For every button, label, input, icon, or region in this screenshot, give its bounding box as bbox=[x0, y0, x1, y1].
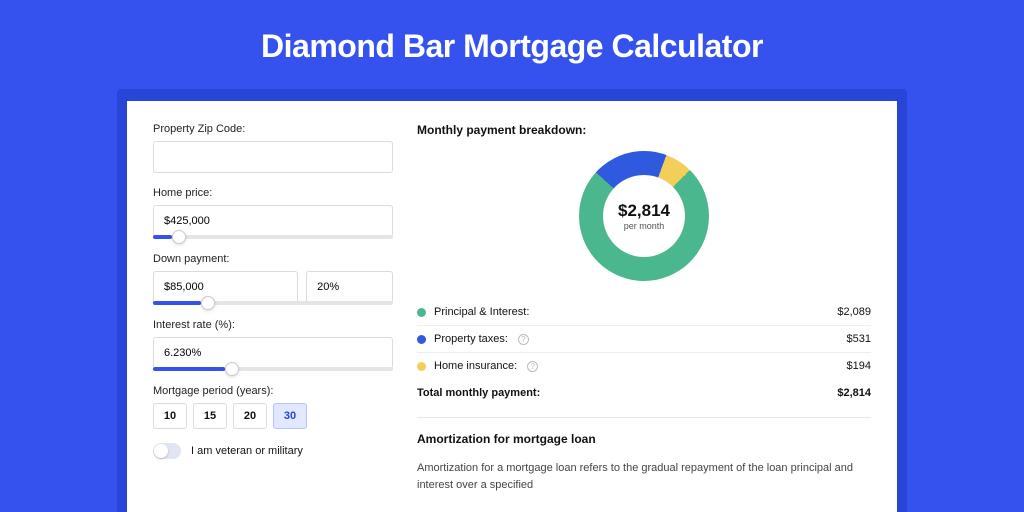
legend-label: Principal & Interest: bbox=[434, 306, 529, 318]
veteran-row: I am veteran or military bbox=[153, 443, 393, 459]
down-payment-slider[interactable] bbox=[153, 301, 393, 305]
donut-amount: $2,814 bbox=[618, 201, 670, 221]
legend-value: $194 bbox=[847, 360, 871, 372]
slider-thumb[interactable] bbox=[172, 230, 186, 244]
mortgage-period-field: Mortgage period (years): 10152030 bbox=[153, 385, 393, 429]
home-price-slider[interactable] bbox=[153, 235, 393, 239]
interest-rate-field: Interest rate (%): bbox=[153, 319, 393, 371]
toggle-knob bbox=[154, 444, 168, 458]
interest-rate-slider[interactable] bbox=[153, 367, 393, 371]
mortgage-period-label: Mortgage period (years): bbox=[153, 385, 393, 397]
down-payment-amount-input[interactable] bbox=[153, 271, 298, 303]
interest-rate-label: Interest rate (%): bbox=[153, 319, 393, 331]
legend-row: Property taxes:? $531 bbox=[417, 326, 871, 353]
page-title: Diamond Bar Mortgage Calculator bbox=[0, 0, 1024, 89]
legend-label: Property taxes: bbox=[434, 333, 508, 345]
zip-input[interactable] bbox=[153, 141, 393, 173]
veteran-label: I am veteran or military bbox=[191, 445, 303, 457]
amortization-body: Amortization for a mortgage loan refers … bbox=[417, 460, 871, 493]
total-value: $2,814 bbox=[837, 387, 871, 399]
donut-subtext: per month bbox=[624, 221, 665, 231]
legend-dot bbox=[417, 335, 426, 344]
slider-thumb[interactable] bbox=[225, 362, 239, 376]
zip-field: Property Zip Code: bbox=[153, 123, 393, 173]
legend-value: $531 bbox=[847, 333, 871, 345]
donut-center: $2,814 per month bbox=[603, 175, 685, 257]
info-icon[interactable]: ? bbox=[518, 334, 529, 345]
down-payment-label: Down payment: bbox=[153, 253, 393, 265]
breakdown-legend: Principal & Interest: $2,089 Property taxe… bbox=[417, 299, 871, 379]
legend-label: Home insurance: bbox=[434, 360, 517, 372]
breakdown-header: Monthly payment breakdown: bbox=[417, 123, 871, 137]
period-option-30[interactable]: 30 bbox=[273, 403, 307, 429]
down-payment-percent-input[interactable] bbox=[306, 271, 393, 303]
period-option-10[interactable]: 10 bbox=[153, 403, 187, 429]
down-payment-field: Down payment: bbox=[153, 253, 393, 305]
calculator-card: Property Zip Code: Home price: Down paym… bbox=[127, 101, 897, 512]
info-icon[interactable]: ? bbox=[527, 361, 538, 372]
home-price-input[interactable] bbox=[153, 205, 393, 237]
veteran-toggle[interactable] bbox=[153, 443, 181, 459]
home-price-label: Home price: bbox=[153, 187, 393, 199]
total-label: Total monthly payment: bbox=[417, 387, 540, 399]
legend-dot bbox=[417, 362, 426, 371]
period-option-15[interactable]: 15 bbox=[193, 403, 227, 429]
secondary-band: Property Zip Code: Home price: Down paym… bbox=[117, 89, 907, 512]
zip-label: Property Zip Code: bbox=[153, 123, 393, 135]
amortization-section: Amortization for mortgage loan Amortizat… bbox=[417, 417, 871, 493]
donut-chart: $2,814 per month bbox=[579, 151, 709, 281]
legend-row: Home insurance:? $194 bbox=[417, 353, 871, 379]
inputs-column: Property Zip Code: Home price: Down paym… bbox=[153, 123, 393, 493]
amortization-header: Amortization for mortgage loan bbox=[417, 432, 871, 446]
slider-thumb[interactable] bbox=[201, 296, 215, 310]
mortgage-period-options: 10152030 bbox=[153, 403, 393, 429]
legend-row: Principal & Interest: $2,089 bbox=[417, 299, 871, 326]
legend-dot bbox=[417, 308, 426, 317]
interest-rate-input[interactable] bbox=[153, 337, 393, 369]
donut-chart-container: $2,814 per month bbox=[417, 151, 871, 281]
results-column: Monthly payment breakdown: $2,814 per mo… bbox=[417, 123, 871, 493]
legend-value: $2,089 bbox=[837, 306, 871, 318]
period-option-20[interactable]: 20 bbox=[233, 403, 267, 429]
total-row: Total monthly payment: $2,814 bbox=[417, 379, 871, 413]
home-price-field: Home price: bbox=[153, 187, 393, 239]
